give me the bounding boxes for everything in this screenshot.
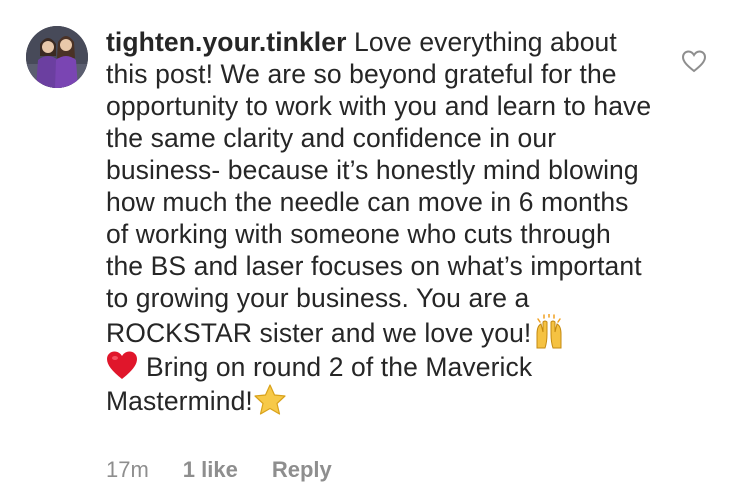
star-icon bbox=[254, 384, 286, 415]
raising-hands-icon bbox=[536, 314, 562, 349]
red-heart-icon bbox=[107, 351, 137, 379]
comment-text-part-1: Love everything about this post! We are … bbox=[106, 27, 652, 348]
comment-meta: 17m 1 like Reply bbox=[106, 456, 332, 484]
comment-timestamp: 17m bbox=[106, 457, 149, 482]
like-heart-icon[interactable] bbox=[681, 49, 707, 73]
comment-username[interactable]: tighten.your.tinkler bbox=[106, 27, 347, 57]
comment-body: tighten.your.tinkler Love everything abo… bbox=[106, 26, 654, 417]
comment: tighten.your.tinkler Love everything abo… bbox=[0, 0, 750, 504]
avatar[interactable] bbox=[26, 26, 88, 88]
likes-count-button[interactable]: 1 like bbox=[183, 456, 238, 484]
reply-button[interactable]: Reply bbox=[272, 456, 332, 484]
comment-text-part-2: Bring on round 2 of the Maverick Masterm… bbox=[106, 352, 533, 416]
